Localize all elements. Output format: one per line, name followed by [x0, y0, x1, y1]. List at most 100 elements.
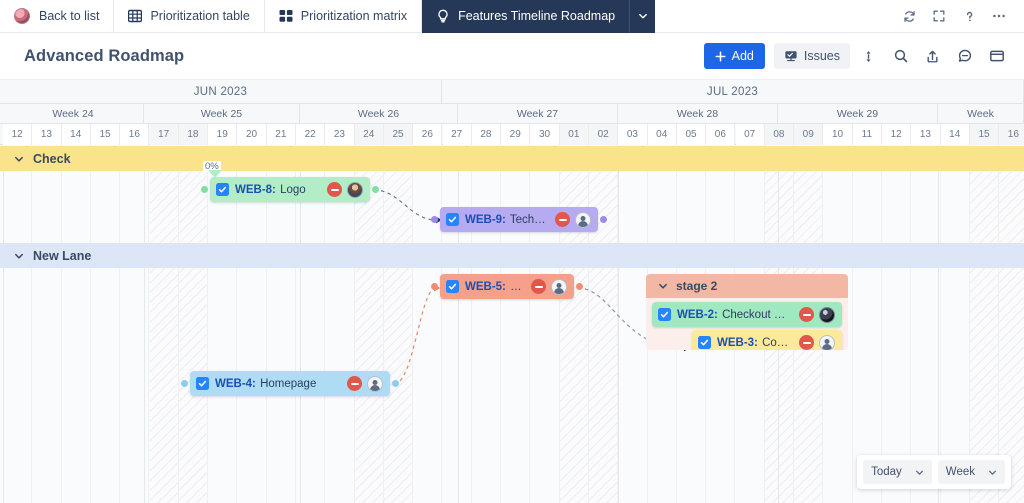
chevron-down-icon[interactable] — [13, 250, 24, 261]
issue-key: WEB-8: — [235, 183, 276, 196]
bar-web-4[interactable]: WEB-4: Homepage — [190, 371, 390, 396]
issue-title: Homepage — [256, 377, 317, 390]
day-cell[interactable]: 13 — [32, 124, 62, 145]
bar-web-5[interactable]: WEB-5: Pr... — [440, 274, 574, 299]
tab-features-timeline-roadmap[interactable]: Features Timeline Roadmap — [421, 0, 630, 33]
grid-column — [383, 146, 414, 503]
grid-column — [999, 146, 1024, 503]
search-icon[interactable] — [887, 43, 914, 70]
day-cell[interactable]: 27 — [442, 124, 472, 145]
issue-title: Pr... — [510, 280, 523, 293]
blocked-icon[interactable] — [799, 335, 814, 350]
day-cell[interactable]: 06 — [706, 124, 736, 145]
add-button[interactable]: Add — [703, 43, 765, 69]
blocked-icon[interactable] — [327, 182, 342, 197]
zoom-level-dropdown[interactable]: Week — [937, 460, 1005, 484]
comment-icon[interactable] — [951, 43, 978, 70]
day-cell[interactable]: 18 — [178, 124, 209, 145]
day-cell[interactable]: 02 — [589, 124, 619, 145]
bar-handle-end[interactable] — [372, 186, 379, 193]
avatar[interactable] — [819, 334, 835, 350]
bar-handle-end[interactable] — [576, 283, 583, 290]
avatar[interactable] — [347, 181, 363, 198]
day-cell[interactable]: 21 — [266, 124, 296, 145]
bar-web-9[interactable]: WEB-9: Technic... — [440, 207, 598, 232]
back-to-list-button[interactable]: Back to list — [0, 0, 113, 33]
day-cell[interactable]: 12 — [3, 124, 33, 145]
day-cell[interactable]: 29 — [501, 124, 531, 145]
day-cell[interactable]: 08 — [764, 124, 795, 145]
blocked-icon[interactable] — [555, 212, 570, 227]
share-icon[interactable] — [919, 43, 946, 70]
day-cell[interactable]: 19 — [208, 124, 238, 145]
sort-vertical-icon[interactable] — [855, 43, 882, 70]
avatar[interactable] — [575, 211, 591, 228]
panel-icon[interactable] — [983, 43, 1010, 70]
checkbox-icon[interactable] — [446, 280, 459, 293]
day-cell[interactable]: 14 — [940, 124, 970, 145]
day-cell[interactable]: 13 — [911, 124, 941, 145]
avatar[interactable] — [367, 375, 383, 392]
day-cell[interactable]: 22 — [296, 124, 326, 145]
issues-button[interactable]: Issues — [773, 43, 850, 69]
day-cell[interactable]: 07 — [735, 124, 765, 145]
day-cell[interactable]: 12 — [882, 124, 912, 145]
day-cell[interactable]: 23 — [325, 124, 355, 145]
day-cell[interactable]: 10 — [823, 124, 853, 145]
checkbox-icon[interactable] — [196, 377, 209, 390]
day-cell[interactable]: 30 — [530, 124, 560, 145]
day-cell[interactable]: 04 — [647, 124, 677, 145]
day-cell[interactable]: 16 — [999, 124, 1024, 145]
tab-prioritization-table[interactable]: Prioritization table — [113, 0, 263, 33]
refresh-icon[interactable] — [896, 3, 922, 29]
fullscreen-icon[interactable] — [926, 3, 952, 29]
week-label: Week 29 — [778, 104, 938, 124]
lane-header-new-lane[interactable]: New Lane — [0, 243, 1024, 268]
day-cell[interactable]: 25 — [383, 124, 414, 145]
checkbox-icon[interactable] — [446, 213, 459, 226]
today-dropdown[interactable]: Today — [863, 460, 932, 484]
week-label: Week 25 — [144, 104, 300, 124]
group-stage-2[interactable]: stage 2 WEB-2: Checkout page WEB-3: Coup… — [646, 274, 848, 350]
group-header[interactable]: stage 2 — [646, 274, 848, 298]
day-cell[interactable]: 14 — [61, 124, 91, 145]
checkbox-icon[interactable] — [216, 183, 229, 196]
day-cell[interactable]: 01 — [559, 124, 589, 145]
day-cell[interactable]: 05 — [676, 124, 707, 145]
day-cell[interactable]: 20 — [237, 124, 267, 145]
bar-handle-end[interactable] — [600, 216, 607, 223]
day-cell[interactable]: 03 — [618, 124, 648, 145]
day-cell[interactable]: 24 — [354, 124, 384, 145]
bar-handle-end[interactable] — [392, 380, 399, 387]
grid-column — [911, 146, 941, 503]
day-cell[interactable]: 26 — [413, 124, 443, 145]
day-cell[interactable]: 09 — [794, 124, 824, 145]
checkbox-icon[interactable] — [698, 336, 711, 349]
day-cell[interactable]: 15 — [90, 124, 121, 145]
day-cell[interactable]: 11 — [852, 124, 882, 145]
help-icon[interactable] — [956, 3, 982, 29]
lane-header-check[interactable]: Check — [0, 146, 1024, 171]
bar-web-3[interactable]: WEB-3: Coupon... — [692, 330, 842, 350]
bar-handle-start[interactable] — [431, 216, 438, 223]
bar-handle-start[interactable] — [431, 283, 438, 290]
blocked-icon[interactable] — [799, 307, 814, 322]
avatar[interactable] — [819, 306, 835, 323]
more-options-icon[interactable] — [986, 3, 1012, 29]
day-cell[interactable]: 28 — [471, 124, 502, 145]
tab-prioritization-matrix[interactable]: Prioritization matrix — [263, 0, 421, 33]
blocked-icon[interactable] — [531, 279, 546, 294]
day-cell[interactable]: 17 — [149, 124, 179, 145]
bar-web-2[interactable]: WEB-2: Checkout page — [652, 302, 842, 327]
avatar[interactable] — [551, 278, 567, 295]
day-cell[interactable]: 16 — [120, 124, 150, 145]
blocked-icon[interactable] — [347, 376, 362, 391]
bar-web-8[interactable]: WEB-8: Logo — [210, 177, 370, 202]
bar-handle-start[interactable] — [201, 186, 208, 193]
bar-handle-start[interactable] — [181, 380, 188, 387]
chevron-down-icon[interactable] — [629, 0, 656, 33]
chevron-down-icon[interactable] — [657, 281, 668, 292]
checkbox-icon[interactable] — [658, 308, 671, 321]
chevron-down-icon[interactable] — [13, 153, 24, 164]
day-cell[interactable]: 15 — [969, 124, 1000, 145]
